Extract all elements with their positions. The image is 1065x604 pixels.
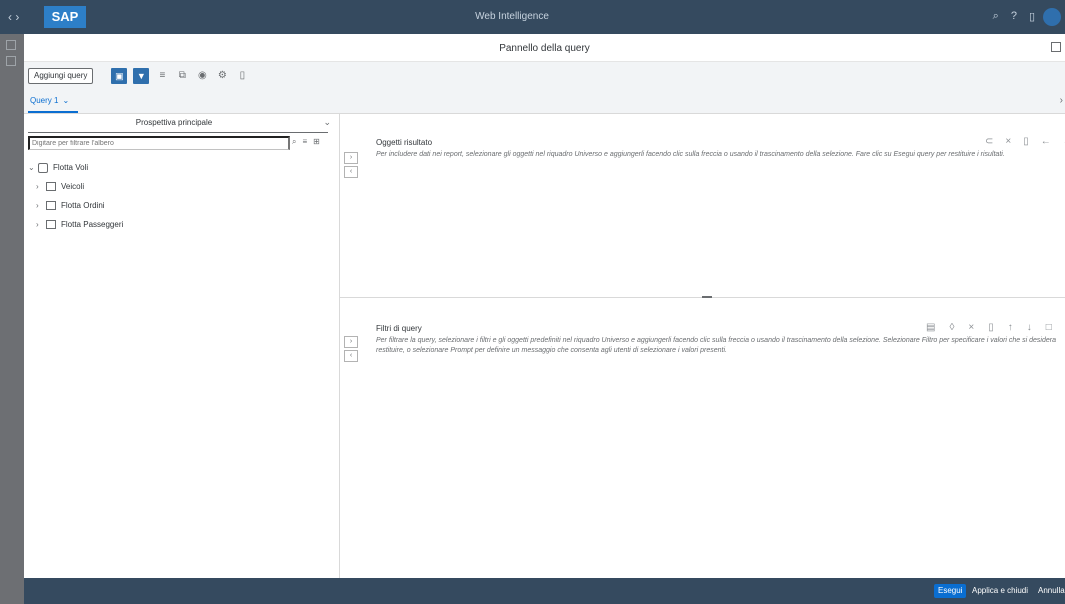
delete-icon[interactable]: ▯ bbox=[988, 322, 994, 333]
sap-logo[interactable]: SAP bbox=[44, 6, 86, 28]
result-objects-title: Oggetti risultato bbox=[376, 138, 433, 147]
filter-arrows: › ‹ bbox=[344, 336, 358, 362]
chevron-right-icon[interactable]: › bbox=[36, 201, 46, 210]
universe-icon bbox=[38, 162, 48, 173]
tree-node-flotta-ordini[interactable]: › Flotta Ordini bbox=[28, 196, 123, 215]
bell-icon[interactable]: ▯ bbox=[1029, 10, 1035, 23]
close-icon[interactable]: × bbox=[968, 322, 974, 333]
perspective-select[interactable]: Prospettiva principale bbox=[24, 118, 324, 127]
query-filters-section: › ‹ Filtri di query Per filtrare la quer… bbox=[340, 298, 1065, 578]
tree-node-label: Veicoli bbox=[61, 182, 85, 191]
result-tools: ⊂ × ▯ ← → bbox=[985, 136, 1065, 147]
background-app-strip bbox=[0, 34, 24, 604]
delete-icon[interactable]: ▯ bbox=[235, 68, 249, 84]
remove-arrow-icon[interactable]: ‹ bbox=[344, 166, 358, 178]
close-icon[interactable]: × bbox=[1005, 136, 1011, 147]
pin-icon[interactable]: ◊ bbox=[949, 322, 954, 333]
down-icon[interactable]: ↓ bbox=[1027, 322, 1032, 333]
query-tabs: Query 1 ⌄ › bbox=[24, 90, 1065, 114]
chevron-down-icon[interactable]: ⌄ bbox=[28, 163, 38, 172]
chevron-down-icon[interactable]: ⌄ bbox=[62, 96, 69, 105]
help-icon[interactable]: ? bbox=[1011, 10, 1017, 23]
up-icon[interactable]: ↑ bbox=[1008, 322, 1013, 333]
folder-icon bbox=[46, 201, 56, 210]
filter-icon[interactable]: ⊂ bbox=[985, 136, 993, 147]
nav-arrows-icon[interactable]: ‹ › bbox=[8, 10, 19, 24]
list-icon[interactable]: ≡ bbox=[302, 137, 307, 147]
chevron-right-icon[interactable]: › bbox=[36, 220, 46, 229]
add-arrow-icon[interactable]: › bbox=[344, 152, 358, 164]
chevron-right-icon[interactable]: › bbox=[36, 182, 46, 191]
delete-icon[interactable]: ▯ bbox=[1023, 136, 1029, 147]
apply-close-button[interactable]: Applica e chiudi bbox=[972, 584, 1028, 598]
maximize-icon[interactable] bbox=[1051, 42, 1061, 52]
add-query-button[interactable]: Aggiungi query bbox=[28, 68, 94, 84]
copy-icon[interactable]: □ bbox=[1046, 322, 1052, 333]
universe-tree: ⌄ Flotta Voli › Veicoli › Flotta Ordini … bbox=[28, 158, 123, 234]
app-title[interactable]: Web Intelligence bbox=[452, 11, 572, 22]
left-icon[interactable]: ← bbox=[1041, 136, 1051, 147]
query-filters-title: Filtri di query bbox=[376, 324, 422, 333]
tree-node-label: Flotta Passeggeri bbox=[61, 220, 124, 229]
tab-query-1[interactable]: Query 1 ⌄ bbox=[30, 96, 69, 105]
calendar-icon[interactable]: ▤ bbox=[926, 322, 935, 333]
expand-icon[interactable]: ⊞ bbox=[313, 137, 320, 147]
list-icon[interactable]: ≡ bbox=[155, 68, 169, 84]
background-icon bbox=[6, 40, 16, 50]
background-icon bbox=[6, 56, 16, 66]
collapse-icon[interactable]: › bbox=[1060, 95, 1063, 106]
tree-tools: ⌕ ≡ ⊞ bbox=[292, 137, 320, 147]
query-panel-dialog: Pannello della query Aggiungi query ▣ ▼ … bbox=[24, 34, 1065, 578]
filter-tools: ▤ ◊ × ▯ ↑ ↓ □ bbox=[926, 322, 1052, 333]
run-button[interactable]: Esegui bbox=[934, 584, 967, 598]
tab-selected-indicator bbox=[28, 111, 78, 113]
query-filters-description: Per filtrare la query, selezionare i fil… bbox=[376, 337, 1056, 354]
tree-node-flotta-voli[interactable]: ⌄ Flotta Voli bbox=[28, 158, 123, 177]
tree-node-flotta-passeggeri[interactable]: › Flotta Passeggeri bbox=[28, 215, 123, 234]
shell-bar: ‹ › SAP Web Intelligence ⌕ ? ▯ bbox=[0, 0, 1065, 34]
add-arrow-icon[interactable]: › bbox=[344, 336, 358, 348]
result-objects-section: › ‹ Oggetti risultato Per includere dati… bbox=[340, 114, 1065, 297]
tree-search-input[interactable] bbox=[28, 136, 290, 150]
result-objects-description: Per includere dati nei report, seleziona… bbox=[376, 151, 1005, 158]
query-toolbar: Aggiungi query ▣ ▼ ≡ ⧉ ◉ ⚙ ▯ bbox=[24, 62, 1065, 90]
tab-label: Query 1 bbox=[30, 96, 59, 105]
search-icon[interactable]: ⌕ bbox=[993, 10, 999, 23]
shell-actions: ⌕ ? ▯ bbox=[993, 10, 1035, 23]
result-arrows: › ‹ bbox=[344, 152, 358, 178]
folder-icon bbox=[46, 182, 56, 191]
settings-icon[interactable]: ⚙ bbox=[215, 68, 229, 84]
view-icon[interactable]: ◉ bbox=[195, 68, 209, 84]
cancel-button[interactable]: Annulla bbox=[1038, 584, 1065, 598]
dialog-header: Pannello della query bbox=[24, 34, 1065, 62]
query-content-pane: › ‹ Oggetti risultato Per includere dati… bbox=[340, 114, 1065, 578]
tree-node-label: Flotta Voli bbox=[53, 163, 89, 172]
dialog-footer: Esegui Applica e chiudi Annulla bbox=[24, 578, 1065, 604]
tree-node-veicoli[interactable]: › Veicoli bbox=[28, 177, 123, 196]
remove-arrow-icon[interactable]: ‹ bbox=[344, 350, 358, 362]
copy-icon[interactable]: ⧉ bbox=[175, 68, 189, 84]
search-icon[interactable]: ⌕ bbox=[292, 137, 296, 147]
dialog-title: Pannello della query bbox=[499, 43, 590, 54]
folder-icon bbox=[46, 220, 56, 229]
tree-node-label: Flotta Ordini bbox=[61, 201, 105, 210]
chevron-down-icon[interactable]: ⌄ bbox=[323, 117, 331, 128]
perspective-underline bbox=[28, 132, 328, 133]
avatar[interactable] bbox=[1043, 8, 1061, 26]
universe-pane: Prospettiva principale ⌄ ⌕ ≡ ⊞ ⌄ Flotta … bbox=[24, 114, 340, 578]
filter-view-icon[interactable]: ▼ bbox=[133, 68, 150, 84]
query-view-icon[interactable]: ▣ bbox=[111, 68, 128, 84]
